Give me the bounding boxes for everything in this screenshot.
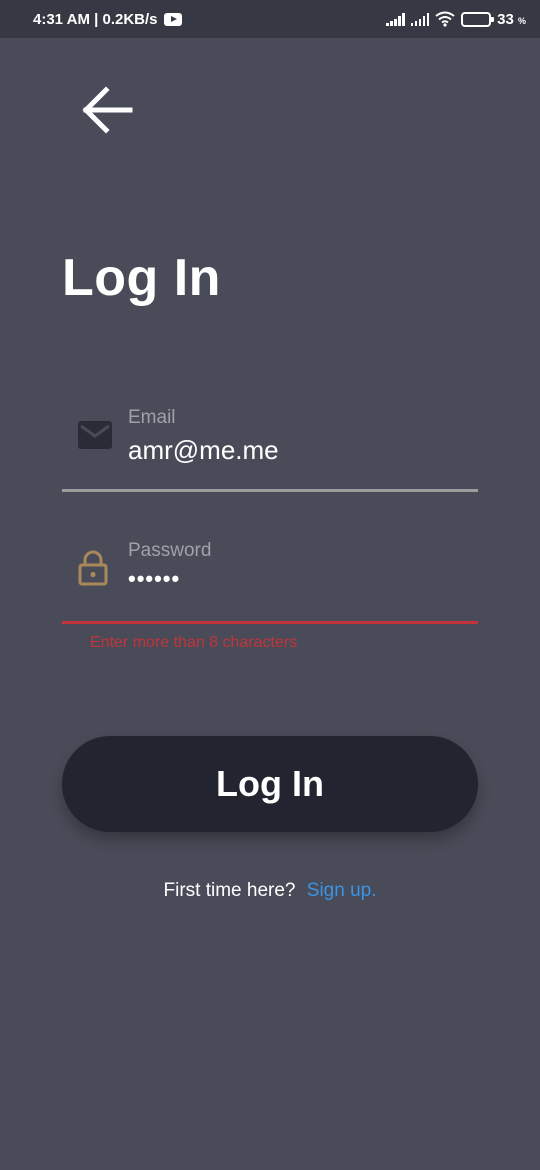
lock-icon xyxy=(78,550,108,586)
mail-icon xyxy=(78,421,112,449)
battery-icon xyxy=(461,11,495,27)
email-value: amr@me.me xyxy=(128,435,279,465)
login-button[interactable]: Log In xyxy=(62,736,478,832)
email-underline xyxy=(62,489,478,492)
status-bar: 4:31 AM | 0.2KB/s 33 % xyxy=(0,0,540,38)
email-label: Email xyxy=(128,407,176,428)
email-field[interactable]: Email amr@me.me xyxy=(62,405,478,492)
signup-prompt: First time here? xyxy=(163,880,296,901)
status-time-speed: 4:31 AM | 0.2KB/s xyxy=(33,10,158,28)
signal-icon xyxy=(410,12,430,26)
arrow-left-icon xyxy=(82,86,133,134)
status-left: 4:31 AM | 0.2KB/s xyxy=(33,11,182,28)
signup-link[interactable]: Sign up. xyxy=(307,880,377,901)
youtube-icon xyxy=(163,12,182,26)
password-error: Enter more than 8 characters xyxy=(90,634,298,651)
password-value: •••••• xyxy=(128,566,181,591)
battery-percent: 33 % xyxy=(497,10,526,28)
wifi-icon xyxy=(435,11,455,27)
password-label: Password xyxy=(128,540,212,561)
back-button[interactable] xyxy=(80,84,134,136)
signup-row: First time here? Sign up. xyxy=(0,880,540,902)
page-title: Log In xyxy=(62,249,221,307)
status-right: 33 % xyxy=(386,11,526,28)
signal-icon xyxy=(386,12,405,26)
password-field[interactable]: Password •••••• xyxy=(62,538,478,624)
password-underline xyxy=(62,621,478,624)
